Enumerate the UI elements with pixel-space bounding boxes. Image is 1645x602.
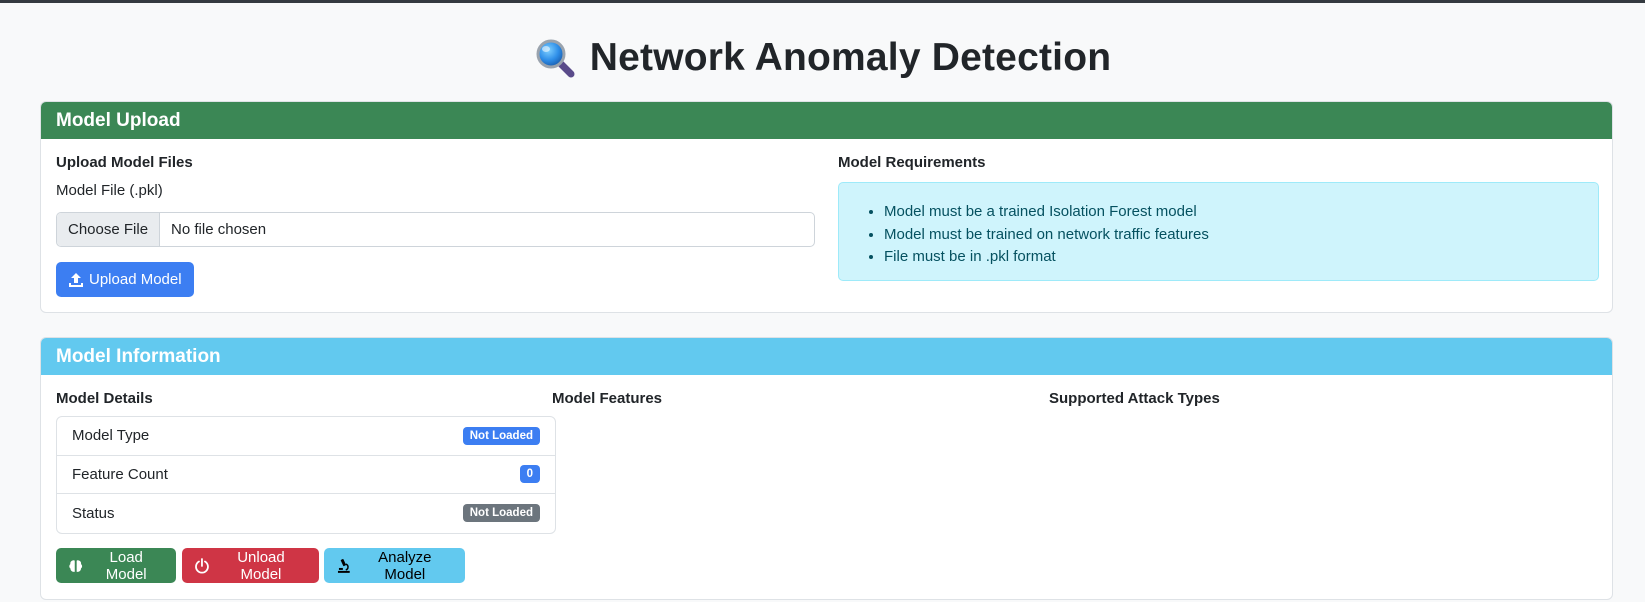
model-details-list: Model Type Not Loaded Feature Count 0 St…	[56, 416, 556, 534]
unload-model-button[interactable]: Unload Model	[182, 548, 319, 583]
magnifier-icon	[536, 39, 575, 78]
requirements-alert: Model must be a trained Isolation Forest…	[838, 182, 1599, 281]
detail-label: Status	[72, 504, 115, 522]
page-header: Network Anomaly Detection	[0, 30, 1645, 86]
choose-file-button[interactable]: Choose File	[57, 213, 161, 246]
status-badge: Not Loaded	[462, 426, 540, 445]
model-information-card: Model Information Model Details Model Fe…	[40, 337, 1613, 600]
requirement-item: Model must be a trained Isolation Forest…	[884, 201, 1598, 224]
microscope-icon	[337, 558, 350, 573]
model-file-label: Model File (.pkl)	[56, 182, 163, 199]
model-details-heading: Model Details	[56, 390, 153, 407]
upload-icon	[69, 272, 83, 287]
supported-attack-types-heading: Supported Attack Types	[1049, 390, 1220, 407]
analyze-model-label: Analyze Model	[378, 548, 432, 583]
upload-model-label: Upload Model	[89, 271, 182, 288]
unload-model-label: Unload Model	[237, 548, 285, 583]
detail-label: Feature Count	[72, 465, 168, 483]
model-information-header: Model Information	[41, 338, 1612, 375]
brain-icon	[69, 559, 83, 572]
upload-files-heading: Upload Model Files	[56, 154, 193, 171]
model-upload-header: Model Upload	[41, 102, 1612, 139]
list-item-status: Status Not Loaded	[57, 494, 555, 533]
list-item-feature-count: Feature Count 0	[57, 456, 555, 494]
requirement-item: File must be in .pkl format	[884, 246, 1598, 269]
detail-label: Model Type	[72, 427, 150, 445]
load-model-button[interactable]: Load Model	[56, 548, 176, 583]
page-title: Network Anomaly Detection	[589, 36, 1112, 79]
upload-model-button[interactable]: Upload Model	[56, 262, 194, 297]
file-status-text: No file chosen	[171, 221, 267, 238]
count-badge: 0	[519, 465, 540, 484]
list-item-model-type: Model Type Not Loaded	[57, 417, 555, 456]
model-file-input[interactable]: Choose File No file chosen	[56, 212, 815, 247]
requirement-item: Model must be trained on network traffic…	[884, 224, 1598, 247]
model-requirements-heading: Model Requirements	[838, 154, 986, 171]
status-badge: Not Loaded	[462, 504, 540, 523]
model-upload-card: Model Upload Upload Model Files Model Fi…	[40, 101, 1613, 313]
model-features-heading: Model Features	[552, 390, 663, 407]
power-icon	[195, 557, 209, 574]
requirements-list: Model must be a trained Isolation Forest…	[884, 201, 1598, 269]
load-model-label: Load Model	[105, 548, 147, 583]
analyze-model-button[interactable]: Analyze Model	[324, 548, 465, 583]
top-border	[0, 0, 1645, 3]
